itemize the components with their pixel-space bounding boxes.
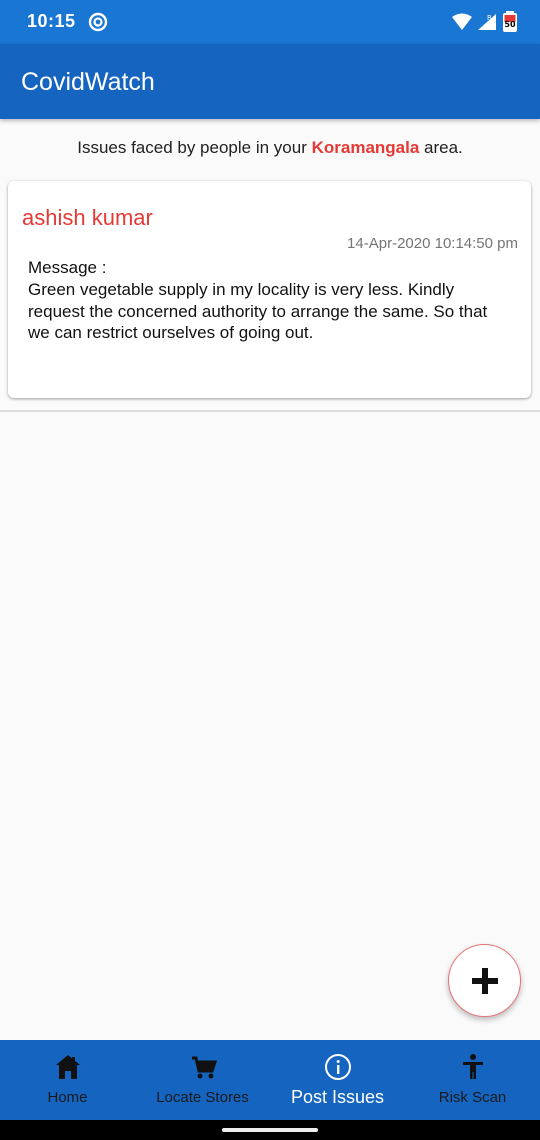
battery-icon: 50 [503, 11, 517, 32]
nav-home-label: Home [47, 1089, 88, 1106]
status-time: 10:15 [27, 11, 76, 31]
gesture-handle[interactable] [222, 1128, 318, 1132]
nav-risk-scan-label: Risk Scan [438, 1089, 507, 1106]
issue-author: ashish kumar [22, 205, 153, 230]
issue-message: Green vegetable supply in my locality is… [28, 280, 488, 342]
wifi-icon [452, 13, 472, 30]
nav-post-issues[interactable]: Post Issues [270, 1040, 405, 1120]
issue-message-label: Message : [28, 258, 107, 277]
accessibility-icon [462, 1054, 483, 1079]
area-subheader: Issues faced by people in your Koramanga… [0, 138, 540, 158]
subheader-suffix: area. [419, 138, 463, 157]
sync-icon [88, 12, 108, 32]
signal-icon: R [478, 14, 496, 30]
app-bar: CovidWatch [0, 44, 540, 119]
status-bar: 10:15 R 50 [0, 0, 540, 44]
cart-icon [191, 1056, 217, 1079]
bottom-navigation: Home Locate Stores Post Issues Risk Scan [0, 1040, 540, 1120]
list-divider [0, 410, 540, 412]
nav-risk-scan[interactable]: Risk Scan [405, 1040, 540, 1120]
issue-card[interactable]: ashish kumar 14-Apr-2020 10:14:50 pm Mes… [8, 181, 531, 398]
battery-level: 50 [504, 20, 516, 29]
system-gesture-bar [0, 1120, 540, 1140]
home-icon [55, 1055, 80, 1079]
info-icon [324, 1054, 351, 1080]
subheader-prefix: Issues faced by people in your [77, 138, 312, 157]
nav-locate-stores[interactable]: Locate Stores [135, 1040, 270, 1120]
area-name: Koramangala [311, 138, 420, 157]
app-title: CovidWatch [21, 68, 155, 96]
add-issue-button[interactable] [448, 944, 521, 1017]
nav-post-issues-label: Post Issues [290, 1087, 385, 1107]
svg-text:R: R [487, 14, 492, 22]
add-icon [471, 967, 498, 994]
issue-timestamp: 14-Apr-2020 10:14:50 pm [347, 235, 518, 252]
status-icons: R 50 [452, 11, 518, 33]
nav-locate-stores-label: Locate Stores [156, 1089, 249, 1106]
nav-home[interactable]: Home [0, 1040, 135, 1120]
